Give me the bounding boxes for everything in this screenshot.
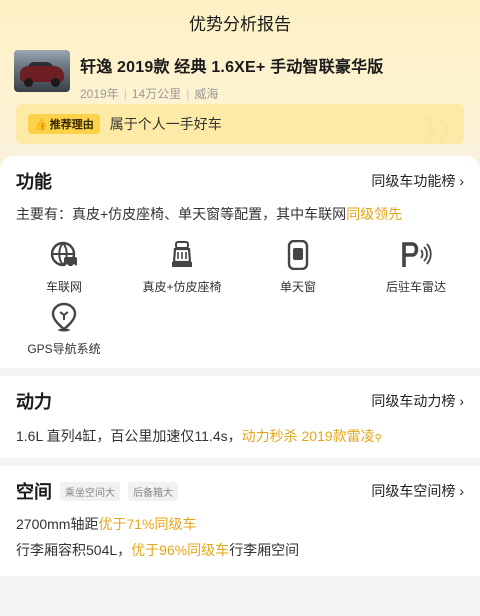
feature-label: 单天窗 bbox=[279, 280, 316, 294]
chevron-right-icon: › bbox=[459, 483, 464, 499]
feature-parking-radar[interactable]: 后驻车雷达 bbox=[356, 240, 476, 295]
seat-icon bbox=[172, 241, 192, 267]
recommend-reason-banner: 👍 推荐理由 属于个人一手好车 ❯❯ bbox=[16, 104, 464, 144]
function-summary: 主要有：真皮+仿皮座椅、单天窗等配置，其中车联网同级领先 bbox=[16, 204, 402, 224]
power-section: 动力 同级车动力榜 › 1.6L 直列4缸，百公里加速仅11.4s，动力秒杀 2… bbox=[0, 376, 480, 458]
search-icon: ⚲ bbox=[374, 433, 382, 444]
space-section: 空间 乘坐空间大 后备箱大 同级车空间榜 › 2700mm轴距优于71%同级车 … bbox=[0, 466, 480, 576]
power-compare-text: 动力秒杀 2019款雷凌 bbox=[241, 428, 375, 444]
feature-label: 真皮+仿皮座椅 bbox=[142, 280, 222, 294]
space-title: 空间 bbox=[16, 482, 52, 502]
page-title: 优势分析报告 bbox=[189, 14, 291, 34]
car-thumbnail bbox=[14, 50, 70, 92]
function-summary-highlight: 同级领先 bbox=[346, 206, 403, 222]
power-compare-link[interactable]: 动力秒杀 2019款雷凌⚲ bbox=[242, 428, 382, 444]
function-summary-text: 主要有：真皮+仿皮座椅、单天窗等配置，其中车联网 bbox=[16, 206, 347, 222]
chevron-right-icon: › bbox=[459, 393, 464, 409]
feature-seat[interactable]: 真皮+仿皮座椅 bbox=[122, 240, 242, 295]
feature-connected-car[interactable]: 车联网 bbox=[4, 240, 124, 295]
chevron-decoration-icon: ❯❯ bbox=[418, 112, 453, 142]
power-summary-text: 1.6L 直列4缸，百公里加速仅11.4s， bbox=[16, 428, 242, 444]
feature-label: GPS导航系统 bbox=[27, 342, 101, 356]
function-title: 功能 bbox=[16, 172, 52, 192]
trunk-suffix: 行李厢空间 bbox=[229, 542, 300, 558]
recommend-reason-text: 属于个人一手好车 bbox=[109, 116, 222, 132]
wheelbase-highlight: 优于71%同级车 bbox=[98, 516, 197, 532]
function-ranking-link[interactable]: 同级车功能榜 › bbox=[371, 171, 464, 191]
sunroof-icon bbox=[287, 240, 309, 270]
feature-label: 后驻车雷达 bbox=[385, 280, 446, 294]
connected-car-icon bbox=[50, 241, 77, 268]
feature-label: 车联网 bbox=[45, 280, 82, 294]
car-name: 轩逸 2019款 经典 1.6XE+ 手动智联豪华版 bbox=[80, 59, 384, 76]
power-ranking-label: 同级车动力榜 bbox=[371, 393, 456, 409]
space-ranking-link[interactable]: 同级车空间榜 › bbox=[371, 481, 464, 501]
recommend-badge: 👍 推荐理由 bbox=[28, 114, 100, 134]
space-trunk: 行李厢容积504L，优于96%同级车行李厢空间 bbox=[16, 540, 299, 560]
car-summary[interactable]: 轩逸 2019款 经典 1.6XE+ 手动智联豪华版 2019年 | 14万公里 | 威… bbox=[14, 50, 384, 102]
chevron-right-icon: › bbox=[459, 173, 464, 189]
space-tag: 后备箱大 bbox=[128, 481, 178, 501]
function-ranking-label: 同级车功能榜 bbox=[371, 173, 456, 189]
power-ranking-link[interactable]: 同级车动力榜 › bbox=[371, 391, 464, 411]
feature-sunroof[interactable]: 单天窗 bbox=[238, 240, 358, 295]
recommend-badge-label: 推荐理由 bbox=[49, 119, 94, 131]
space-wheelbase: 2700mm轴距优于71%同级车 bbox=[16, 514, 197, 534]
parking-radar-icon bbox=[402, 242, 432, 267]
feature-gps[interactable]: GPS导航系统 bbox=[4, 302, 124, 357]
wheelbase-text: 2700mm轴距 bbox=[16, 516, 99, 532]
trunk-text: 行李厢容积504L， bbox=[16, 542, 132, 558]
car-mileage: 14万公里 bbox=[131, 87, 182, 101]
car-meta: 2019年 | 14万公里 | 威海 bbox=[80, 87, 219, 101]
gps-icon bbox=[51, 302, 77, 332]
thumbs-up-icon: 👍 bbox=[34, 118, 48, 131]
function-section: 功能 同级车功能榜 › 主要有：真皮+仿皮座椅、单天窗等配置，其中车联网同级领先… bbox=[0, 156, 480, 368]
trunk-highlight: 优于96%同级车 bbox=[131, 542, 230, 558]
car-year: 2019年 bbox=[80, 87, 119, 101]
power-summary: 1.6L 直列4缸，百公里加速仅11.4s，动力秒杀 2019款雷凌⚲ bbox=[16, 426, 382, 446]
space-ranking-label: 同级车空间榜 bbox=[371, 483, 456, 499]
power-title: 动力 bbox=[16, 392, 52, 412]
car-city: 威海 bbox=[194, 87, 219, 101]
space-tag: 乘坐空间大 bbox=[60, 481, 120, 501]
